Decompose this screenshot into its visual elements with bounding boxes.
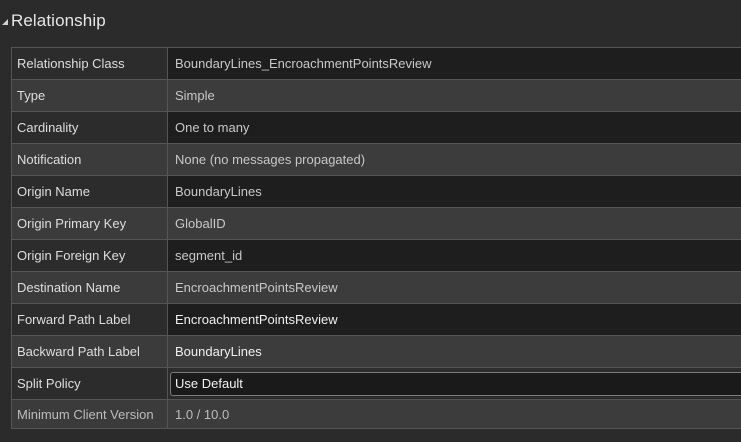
row-split-policy[interactable]: Split Policy Use Default [12, 368, 741, 400]
value-notification: None (no messages propagated) [168, 144, 741, 175]
value-relationship-class: BoundaryLines_EncroachmentPointsReview [168, 48, 741, 79]
chevron-down-icon[interactable] [1, 18, 9, 26]
row-backward-path-label[interactable]: Backward Path Label BoundaryLines [12, 336, 741, 368]
row-cardinality: Cardinality One to many [12, 112, 741, 144]
label-split-policy: Split Policy [12, 368, 168, 399]
label-notification: Notification [12, 144, 168, 175]
row-notification: Notification None (no messages propagate… [12, 144, 741, 176]
label-origin-foreign-key: Origin Foreign Key [12, 240, 168, 271]
label-minimum-client-version: Minimum Client Version [12, 400, 168, 428]
row-minimum-client-version: Minimum Client Version 1.0 / 10.0 [12, 400, 741, 429]
label-destination-name: Destination Name [12, 272, 168, 303]
value-cardinality: One to many [168, 112, 741, 143]
value-minimum-client-version: 1.0 / 10.0 [168, 400, 741, 428]
label-backward-path-label: Backward Path Label [12, 336, 168, 367]
label-relationship-class: Relationship Class [12, 48, 168, 79]
value-origin-primary-key: GlobalID [168, 208, 741, 239]
label-type: Type [12, 80, 168, 111]
value-origin-foreign-key: segment_id [168, 240, 741, 271]
row-origin-name: Origin Name BoundaryLines [12, 176, 741, 208]
value-destination-name: EncroachmentPointsReview [168, 272, 741, 303]
backward-path-label-field[interactable]: BoundaryLines [168, 336, 741, 367]
row-origin-foreign-key: Origin Foreign Key segment_id [12, 240, 741, 272]
split-policy-select-wrapper: Use Default [168, 368, 741, 399]
row-relationship-class: Relationship Class BoundaryLines_Encroac… [12, 48, 741, 80]
value-origin-name: BoundaryLines [168, 176, 741, 207]
row-type: Type Simple [12, 80, 741, 112]
split-policy-select[interactable]: Use Default [170, 371, 741, 396]
label-origin-primary-key: Origin Primary Key [12, 208, 168, 239]
section-header-relationship[interactable]: Relationship [0, 0, 741, 42]
row-destination-name: Destination Name EncroachmentPointsRevie… [12, 272, 741, 304]
section-title: Relationship [11, 11, 106, 30]
relationship-properties-grid: Relationship Class BoundaryLines_Encroac… [11, 47, 741, 429]
row-origin-primary-key: Origin Primary Key GlobalID [12, 208, 741, 240]
label-origin-name: Origin Name [12, 176, 168, 207]
label-cardinality: Cardinality [12, 112, 168, 143]
row-forward-path-label[interactable]: Forward Path Label EncroachmentPointsRev… [12, 304, 741, 336]
forward-path-label-field[interactable]: EncroachmentPointsReview [168, 304, 741, 335]
value-type: Simple [168, 80, 741, 111]
label-forward-path-label: Forward Path Label [12, 304, 168, 335]
